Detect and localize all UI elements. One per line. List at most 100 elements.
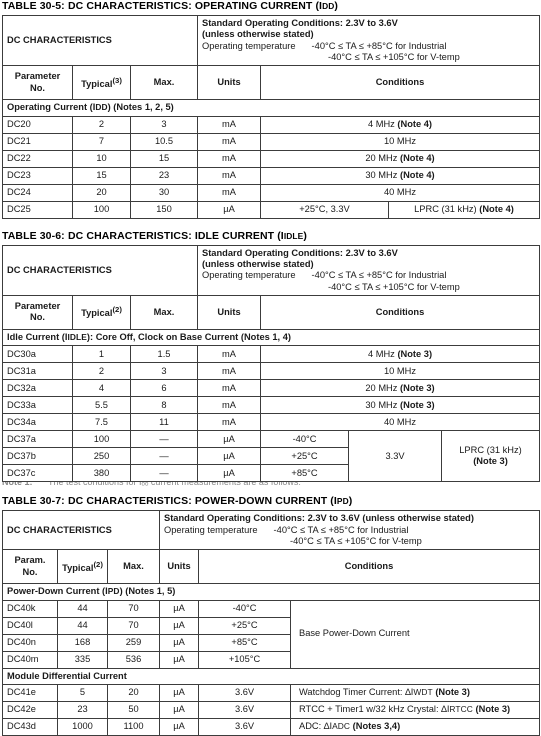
cond-text: 10 MHz bbox=[383, 135, 417, 146]
column-header-max: Max. bbox=[107, 549, 160, 585]
cell-param: DC20 bbox=[2, 115, 73, 134]
cell-param: DC41e bbox=[2, 683, 58, 702]
cell-typical: 2 bbox=[72, 362, 131, 381]
cell-max: 23 bbox=[130, 166, 198, 185]
cell-param: DC31a bbox=[2, 362, 73, 381]
cell-units: µA bbox=[159, 650, 199, 669]
cell-units: µA bbox=[159, 633, 199, 652]
cell-max: — bbox=[130, 430, 198, 449]
operating-temperature-vtemp: -40°C ≤ TA ≤ +105°C for V-temp bbox=[328, 281, 460, 292]
table-30-7-caption-text: DC CHARACTERISTICS: POWER-DOWN CURRENT (… bbox=[68, 495, 337, 508]
cond-note: (Note 4) bbox=[397, 118, 433, 129]
col-typical-label: Typical bbox=[81, 78, 113, 89]
cond-text: 20 MHz bbox=[365, 152, 398, 163]
table-row: DC23 15 23 mA 30 MHz (Note 4) bbox=[2, 166, 540, 185]
cell-max: 8 bbox=[130, 396, 198, 415]
cond-text: RTCC + Timer1 w/32 kHz Crystal: ∆I bbox=[299, 704, 450, 715]
cell-param: DC33a bbox=[2, 396, 73, 415]
std-conditions-line-1: Standard Operating Conditions: 2.3V to 3… bbox=[202, 247, 398, 258]
cell-typical: 4 bbox=[72, 379, 131, 398]
col-param-line1: Param. bbox=[14, 555, 46, 566]
cond-text: 30 MHz bbox=[365, 169, 398, 180]
cond-text: ADC: ∆I bbox=[299, 721, 333, 732]
cell-max: 15 bbox=[130, 149, 198, 168]
column-header-units: Units bbox=[197, 65, 261, 101]
cell-typical: 44 bbox=[57, 616, 108, 635]
trailing-note-label: Note 1: bbox=[2, 482, 33, 488]
section-label-sub: PD bbox=[107, 586, 120, 597]
cell-max: 1.5 bbox=[130, 345, 198, 364]
trailing-note-text: The test conditions for Iₒₒ current meas… bbox=[48, 482, 301, 488]
table-30-5-header-conditions-row: DC CHARACTERISTICS Standard Operating Co… bbox=[2, 14, 540, 67]
cell-max: 70 bbox=[107, 599, 160, 618]
cond-subscript: RTCC bbox=[449, 704, 473, 715]
cell-max: — bbox=[130, 464, 198, 483]
table-row: DC33a 5.5 8 mA 30 MHz (Note 3) bbox=[2, 396, 541, 415]
cell-max: 50 bbox=[107, 700, 160, 719]
cell-typical: 44 bbox=[57, 599, 108, 618]
cell-max: — bbox=[130, 447, 198, 466]
table-30-7-caption: TABLE 30-7: DC CHARACTERISTICS: POWER-DOW… bbox=[2, 495, 541, 507]
cond-text: 4 MHz bbox=[367, 348, 395, 359]
section-label-sub: IDLE bbox=[67, 331, 87, 342]
cell-conditions-clock: LPRC (31 kHz) (Note 4) bbox=[388, 200, 540, 219]
cond-subscript: ADC bbox=[332, 721, 351, 732]
column-header-units: Units bbox=[197, 294, 261, 330]
lprc-label: LPRC (31 kHz) bbox=[459, 444, 522, 455]
table-row: DC43d 1000 1100 µA 3.6V ADC: ∆IADC (Note… bbox=[2, 717, 541, 736]
table-30-5-caption-subscript: DD bbox=[322, 1, 335, 11]
cell-param: DC22 bbox=[2, 149, 73, 168]
cell-max: 3 bbox=[130, 115, 198, 134]
cell-typical: 15 bbox=[72, 166, 131, 185]
section-label-post: ) (Notes 1, 2, 5) bbox=[107, 102, 174, 113]
cell-param: DC40m bbox=[2, 650, 58, 669]
cell-param: DC21 bbox=[2, 132, 73, 151]
cell-max: 30 bbox=[130, 183, 198, 202]
section-label-pre: Idle Current (I bbox=[7, 331, 68, 342]
operating-temperature-label: Operating temperature bbox=[202, 270, 296, 281]
col-typical-label: Typical bbox=[81, 308, 113, 319]
table-30-6-trailing-note: Note 1: The test conditions for Iₒₒ curre… bbox=[2, 482, 541, 491]
cell-conditions: 40 MHz bbox=[260, 183, 540, 202]
cell-units: mA bbox=[197, 345, 261, 364]
cell-param: DC43d bbox=[2, 717, 58, 736]
cell-max: 536 bbox=[107, 650, 160, 669]
column-header-typical: Typical(2) bbox=[57, 549, 108, 585]
cell-units: mA bbox=[197, 413, 261, 432]
col-typical-footnote: (3) bbox=[112, 75, 122, 85]
cond-note: (Note 3) bbox=[435, 687, 470, 698]
cell-conditions: RTCC + Timer1 w/32 kHz Crystal: ∆IRTCC (… bbox=[289, 700, 541, 719]
cell-typical: 20 bbox=[72, 183, 131, 202]
cell-units: mA bbox=[197, 132, 261, 151]
cell-units: mA bbox=[197, 183, 261, 202]
table-30-5-caption-tail: ) bbox=[334, 0, 338, 12]
column-header-max: Max. bbox=[130, 294, 198, 330]
cell-conditions: 20 MHz (Note 3) bbox=[259, 379, 541, 398]
table-30-7-caption-subscript: PD bbox=[336, 496, 349, 507]
col-param-line1: Parameter bbox=[14, 301, 61, 312]
table-row: DC25 100 150 µA +25°C, 3.3V LPRC (31 kHz… bbox=[2, 200, 540, 219]
std-conditions-line-2: (unless otherwise stated) bbox=[202, 29, 314, 40]
table-row: DC41e 5 20 µA 3.6V Watchdog Timer Curren… bbox=[2, 683, 541, 702]
table-row: DC34a 7.5 11 mA 40 MHz bbox=[2, 413, 541, 432]
cell-param: DC42e bbox=[2, 700, 58, 719]
cond-subscript: WDT bbox=[413, 687, 433, 698]
cell-param: DC37b bbox=[2, 447, 73, 466]
cell-conditions: 10 MHz bbox=[259, 362, 541, 381]
table-30-6-header-conditions-row: DC CHARACTERISTICS Standard Operating Co… bbox=[2, 244, 541, 296]
cell-units: mA bbox=[197, 166, 261, 185]
table-row: DC40k 44 70 µA -40°C Base Power-Down Cur… bbox=[2, 599, 541, 669]
cell-temperature: +25°C bbox=[198, 616, 291, 635]
cell-max: 259 bbox=[107, 633, 160, 652]
cell-conditions: 4 MHz (Note 4) bbox=[260, 115, 540, 134]
cell-param: DC24 bbox=[2, 183, 73, 202]
col-typical-footnote: (2) bbox=[93, 559, 103, 569]
cell-param: DC23 bbox=[2, 166, 73, 185]
table-30-6-caption-tail: ) bbox=[303, 229, 307, 242]
cell-units: µA bbox=[159, 683, 199, 702]
cond-text: 40 MHz bbox=[383, 186, 417, 197]
column-header-conditions: Conditions bbox=[197, 549, 541, 585]
cell-conditions: 30 MHz (Note 4) bbox=[260, 166, 540, 185]
std-conditions-line-1: Standard Operating Conditions: 2.3V to 3… bbox=[202, 18, 398, 28]
